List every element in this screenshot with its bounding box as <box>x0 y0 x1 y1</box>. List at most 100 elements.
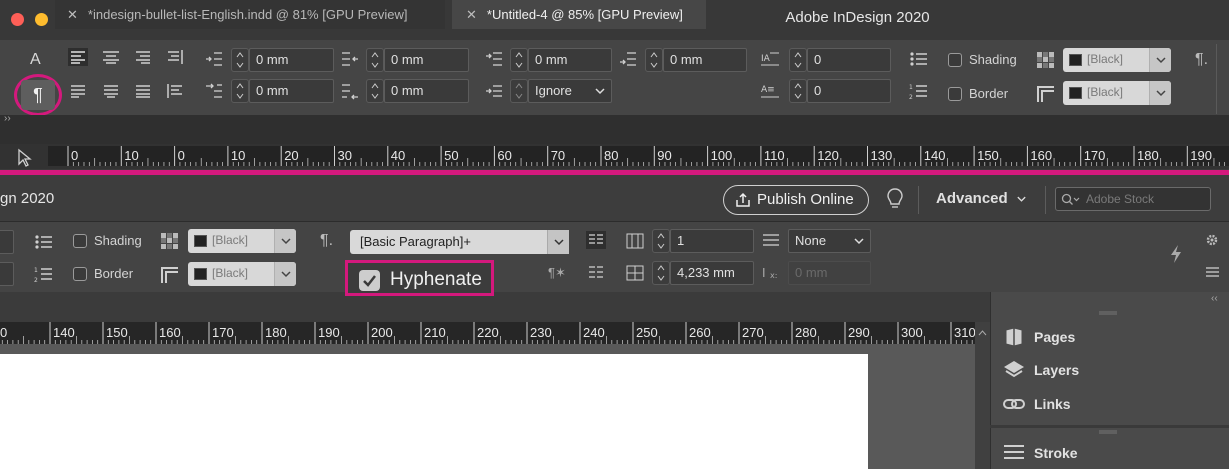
columns-stepper[interactable] <box>652 229 670 253</box>
drop-cap-lines-stepper[interactable] <box>789 48 807 72</box>
columns-grid-icon[interactable] <box>586 263 606 281</box>
tab-label: *Untitled-4 @ 85% [GPU Preview] <box>486 7 683 22</box>
tab-untitled-4[interactable]: ✕ *Untitled-4 @ 85% [GPU Preview] <box>452 0 706 29</box>
align-right-icon[interactable] <box>133 48 153 66</box>
svg-text:1: 1 <box>909 84 913 91</box>
columns-field[interactable]: 1 <box>670 229 754 253</box>
panel-grip[interactable] <box>1098 311 1118 315</box>
panel-item-links[interactable]: Links <box>1034 396 1071 412</box>
space-after-stepper[interactable] <box>645 48 663 72</box>
vertical-scrollbar[interactable] <box>975 322 990 469</box>
shading-swatch-select[interactable]: [Black] <box>1063 48 1171 72</box>
right-indent-field[interactable]: 0 mm <box>384 48 469 72</box>
justify-left-icon[interactable] <box>68 82 88 100</box>
border-settings-icon[interactable] <box>160 265 180 283</box>
panel-item-layers[interactable]: Layers <box>1034 362 1079 378</box>
bullet-list-icon[interactable] <box>909 50 929 68</box>
collapse-toolbar-icon[interactable]: ›› <box>4 113 11 124</box>
left-indent-stepper[interactable] <box>231 48 249 72</box>
control-panel-bottom <box>0 222 1229 292</box>
shading-checkbox[interactable] <box>948 53 962 67</box>
horizontal-ruler-top[interactable]: 0 10 0 10 20 30 40 50 60 70 80 90 100 110 120 130 140 150… <box>48 146 1229 166</box>
paragraph-style-icon[interactable]: ¶. <box>1195 52 1208 68</box>
first-line-indent-icon <box>206 83 222 98</box>
lightning-icon[interactable] <box>1169 244 1183 264</box>
justify-center-icon[interactable] <box>101 82 121 100</box>
app-title-partial: gn 2020 <box>0 190 55 207</box>
justify-all-icon[interactable] <box>133 82 153 100</box>
paragraph-style-select[interactable]: [Basic Paragraph]+ <box>350 230 569 254</box>
align-left-icon[interactable] <box>68 48 88 66</box>
ruler-label: 270 <box>742 325 764 340</box>
shading-settings-icon[interactable] <box>1036 51 1056 69</box>
first-line-indent-field[interactable]: 0 mm <box>249 79 334 103</box>
panel-grip[interactable] <box>1098 430 1118 434</box>
gutter-field[interactable]: 4,233 mm <box>670 261 754 285</box>
last-line-indent-stepper[interactable] <box>366 79 384 103</box>
first-line-indent-stepper[interactable] <box>231 79 249 103</box>
layers-icon <box>1004 361 1024 378</box>
gutter-stepper[interactable] <box>652 261 670 285</box>
adobe-stock-search[interactable]: Adobe Stock <box>1055 187 1211 211</box>
align-towards-spine-icon[interactable] <box>165 48 185 66</box>
svg-text:I: I <box>762 266 766 280</box>
close-tab-icon[interactable]: ✕ <box>67 0 78 29</box>
border-swatch-select[interactable]: [Black] <box>188 262 296 286</box>
ruler-label: 110 <box>764 148 785 163</box>
ruler-label: 180 <box>265 325 287 340</box>
align-center-icon[interactable] <box>101 48 121 66</box>
border-checkbox[interactable] <box>948 87 962 101</box>
selection-tool-icon[interactable] <box>16 148 34 167</box>
bullet-list-icon[interactable] <box>34 233 54 251</box>
numbered-list-icon[interactable]: 12 <box>34 265 54 283</box>
left-indent-field[interactable]: 0 mm <box>249 48 334 72</box>
close-tab-icon[interactable]: ✕ <box>466 0 477 29</box>
lightbulb-icon[interactable] <box>886 187 904 211</box>
tab-bullet-list-doc[interactable]: ✕ *indesign-bullet-list-English.indd @ 81… <box>55 0 445 29</box>
space-before-field[interactable]: 0 mm <box>528 48 612 72</box>
drop-cap-chars-stepper[interactable] <box>789 79 807 103</box>
shading-checkbox[interactable] <box>73 234 87 248</box>
last-line-indent-field[interactable]: 0 mm <box>384 79 469 103</box>
border-swatch-select[interactable]: [Black] <box>1063 81 1171 105</box>
drop-cap-lines-field[interactable]: 0 <box>807 48 891 72</box>
partial-field-bottom[interactable] <box>0 262 14 286</box>
publish-online-button[interactable]: Publish Online <box>723 185 869 215</box>
shading-swatch-select[interactable]: [Black] <box>188 229 296 253</box>
hamburger-menu-icon[interactable] <box>1205 266 1220 278</box>
right-indent-icon <box>342 52 358 66</box>
align-grid-stepper[interactable] <box>510 79 528 103</box>
span-gutter-field[interactable]: 0 mm <box>788 261 871 285</box>
panel-item-pages[interactable]: Pages <box>1034 329 1075 345</box>
paragraph-mode-button[interactable]: ¶ <box>21 80 55 110</box>
collapse-dock-icon[interactable]: ‹‹ <box>1211 293 1218 304</box>
shading-settings-icon[interactable] <box>160 232 180 250</box>
space-before-stepper[interactable] <box>510 48 528 72</box>
scroll-up-icon[interactable] <box>978 330 987 336</box>
workspace-switcher[interactable]: Advanced <box>936 190 1027 207</box>
horizontal-ruler-bottom[interactable]: 0 140 150 160 170 180 190 200 210 220 230 240 250 260… <box>0 322 975 344</box>
partial-field-top[interactable] <box>0 230 14 254</box>
panel-item-stroke[interactable]: Stroke <box>1034 445 1078 461</box>
drop-cap-lines-icon: IA <box>761 52 779 66</box>
border-settings-icon[interactable] <box>1036 84 1056 102</box>
drop-cap-chars-field[interactable]: 0 <box>807 79 891 103</box>
search-icon <box>1061 193 1080 205</box>
ruler-label: 0 <box>71 148 78 163</box>
chevron-down-icon <box>854 238 864 245</box>
paragraph-style-icon[interactable]: ¶. <box>320 233 333 249</box>
space-after-field[interactable]: 0 mm <box>663 48 747 72</box>
search-placeholder: Adobe Stock <box>1086 192 1155 206</box>
border-checkbox[interactable] <box>73 267 87 281</box>
numbered-list-icon[interactable]: 12 <box>909 82 929 100</box>
document-page[interactable] <box>0 354 868 469</box>
gear-icon[interactable] <box>1205 233 1219 247</box>
character-mode-icon[interactable]: A <box>30 52 41 68</box>
ruler-label: 10 <box>124 148 138 163</box>
balance-columns-icon[interactable] <box>586 231 606 249</box>
hyphenate-checkbox[interactable] <box>359 270 380 291</box>
clear-overrides-icon[interactable]: ¶✶ <box>548 266 566 279</box>
ruler-label: 230 <box>530 325 552 340</box>
align-away-spine-icon[interactable] <box>165 82 185 100</box>
right-indent-stepper[interactable] <box>366 48 384 72</box>
